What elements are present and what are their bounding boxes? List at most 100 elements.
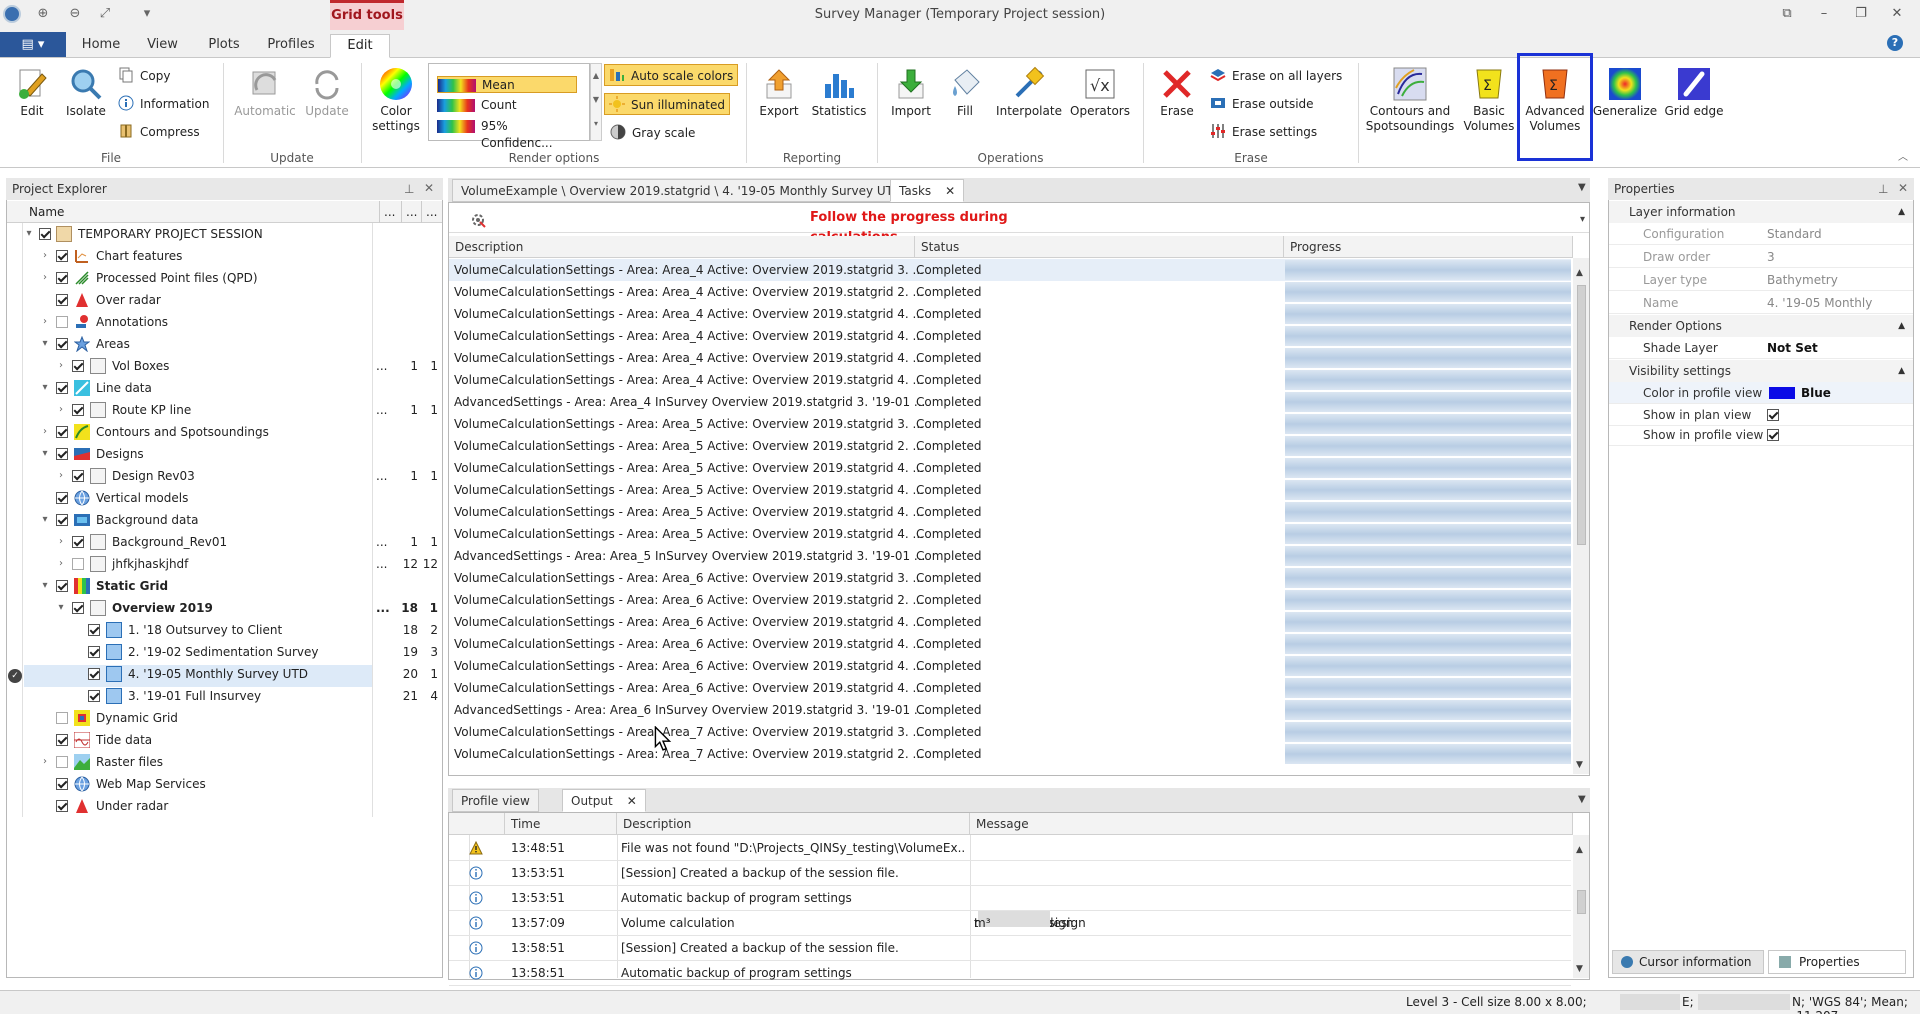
task-row[interactable]: AdvancedSettings - Area: Area_5 InSurvey…	[449, 545, 1571, 567]
tree-checkbox[interactable]	[56, 734, 68, 746]
output-row[interactable]: 13:57:09Volume calculationtotal above de…	[449, 911, 1571, 936]
color-settings-button[interactable]: Color settings	[368, 66, 424, 134]
task-row[interactable]: VolumeCalculationSettings - Area: Area_5…	[449, 479, 1571, 501]
auto-scale-colors-button[interactable]: Auto scale colors	[604, 64, 739, 86]
settings-gear-icon[interactable]	[470, 212, 486, 228]
expand-icon[interactable]: ›	[56, 465, 66, 487]
grid-edge-button[interactable]: Grid edge	[1662, 66, 1726, 119]
tree-checkbox[interactable]	[56, 338, 68, 350]
task-row[interactable]: AdvancedSettings - Area: Area_4 InSurvey…	[449, 391, 1571, 413]
category-layer-information[interactable]: Layer information ▲	[1609, 201, 1913, 223]
output-row[interactable]: 13:48:51 File was not found "D:\Projects_…	[449, 836, 1571, 861]
prop-draw-order[interactable]: Draw order 3	[1609, 246, 1913, 268]
tree-checkbox[interactable]	[56, 448, 68, 460]
statistics-button[interactable]: Statistics	[810, 66, 868, 119]
tab-output[interactable]: Output ✕	[562, 789, 646, 812]
tree-checkbox[interactable]	[56, 272, 68, 284]
tree-item-19-02-sedimentation[interactable]: 2. '19-02 Sedimentation Survey 19 3	[24, 641, 440, 663]
close-tab-icon[interactable]: ✕	[627, 794, 637, 808]
tree-checkbox[interactable]	[88, 668, 100, 680]
tab-edit[interactable]: Edit	[330, 34, 390, 58]
tree-item-over-radar[interactable]: Over radar	[24, 289, 369, 311]
tree-item-chart-features[interactable]: › Chart features	[24, 245, 369, 267]
tree-checkbox[interactable]	[72, 404, 84, 416]
edit-button[interactable]: Edit	[10, 66, 54, 119]
tree-checkbox[interactable]	[72, 536, 84, 548]
task-row[interactable]: VolumeCalculationSettings - Area: Area_7…	[449, 721, 1571, 743]
prop-color-profile-view[interactable]: Color in profile view Blue	[1609, 382, 1913, 404]
collapse-category-icon[interactable]: ▲	[1898, 201, 1905, 223]
tree-checkbox[interactable]	[56, 294, 68, 306]
task-row[interactable]: VolumeCalculationSettings - Area: Area_6…	[449, 677, 1571, 699]
tree-checkbox[interactable]	[88, 624, 100, 636]
tasks-col-description[interactable]: Description	[449, 236, 915, 258]
output-row[interactable]: 13:58:51 Automatic backup of program sett…	[449, 961, 1571, 986]
tab-profiles[interactable]: Profiles	[262, 34, 320, 58]
tabs-dropdown-icon[interactable]: ▼	[1578, 182, 1586, 193]
tree-col-3[interactable]: ...	[421, 201, 437, 223]
task-row[interactable]: VolumeCalculationSettings - Area: Area_5…	[449, 413, 1571, 435]
maximize-button[interactable]: ❐	[1850, 5, 1872, 23]
show-plan-checkbox[interactable]	[1767, 409, 1779, 421]
task-row[interactable]: VolumeCalculationSettings - Area: Area_5…	[449, 435, 1571, 457]
collapse-icon[interactable]: ▾	[40, 575, 50, 597]
tab-profile-view[interactable]: Profile view	[452, 789, 539, 812]
task-row[interactable]: VolumeCalculationSettings - Area: Area_4…	[449, 303, 1571, 325]
tree-checkbox[interactable]	[56, 580, 68, 592]
expand-icon[interactable]: ›	[40, 245, 50, 267]
render-mode-gallery[interactable]: Mean Count 95% Confidenc...	[428, 63, 590, 150]
prop-layer-type[interactable]: Layer type Bathymetry	[1609, 269, 1913, 291]
copy-button[interactable]: Copy	[118, 65, 170, 87]
prop-show-profile-view[interactable]: Show in profile view	[1609, 424, 1913, 446]
tasks-col-status[interactable]: Status	[915, 236, 1284, 258]
tree-item-session[interactable]: ▾ TEMPORARY PROJECT SESSION	[24, 223, 369, 245]
update-button[interactable]: Update	[302, 66, 352, 119]
tree-item-background-data[interactable]: ▾ Background data	[24, 509, 369, 531]
close-button[interactable]: ✕	[1886, 5, 1908, 23]
task-row[interactable]: VolumeCalculationSettings - Area: Area_7…	[449, 743, 1571, 765]
tree-item-dynamic-grid[interactable]: Dynamic Grid	[24, 707, 369, 729]
minimize-button[interactable]: –	[1813, 5, 1835, 23]
tree-item-background-rev01[interactable]: › Background_Rev01... 1 1	[24, 531, 440, 553]
expand-icon[interactable]: ›	[40, 751, 50, 773]
operators-button[interactable]: √x Operators	[1068, 66, 1132, 119]
tree-checkbox[interactable]	[56, 778, 68, 790]
prop-shade-layer[interactable]: Shade Layer Not Set	[1609, 337, 1913, 359]
task-row[interactable]: VolumeCalculationSettings - Area: Area_6…	[449, 633, 1571, 655]
scroll-thumb[interactable]	[1577, 285, 1586, 545]
tree-item-18-outsurvey[interactable]: 1. '18 Outsurvey to Client 18 2	[24, 619, 440, 641]
tree-item-route-kp[interactable]: › Route KP line... 1 1	[24, 399, 440, 421]
isolate-button[interactable]: Isolate	[62, 66, 110, 119]
tree-checkbox[interactable]	[72, 360, 84, 372]
task-row[interactable]: VolumeCalculationSettings - Area: Area_6…	[449, 589, 1571, 611]
pin-icon[interactable]: ⊥	[1878, 182, 1888, 196]
task-row[interactable]: VolumeCalculationSettings - Area: Area_4…	[449, 369, 1571, 391]
erase-settings-button[interactable]: Erase settings	[1210, 121, 1317, 143]
output-col-description[interactable]: Description	[617, 813, 970, 835]
scroll-thumb[interactable]	[1577, 890, 1586, 914]
tree-checkbox[interactable]	[72, 602, 84, 614]
help-icon[interactable]: ?	[1887, 35, 1903, 51]
contours-spotsoundings-button[interactable]: Contours and Spotsoundings	[1364, 66, 1456, 134]
tree-checkbox[interactable]	[72, 558, 84, 570]
collapse-icon[interactable]: ▾	[24, 223, 34, 245]
tree-item-19-01-insurvey[interactable]: 3. '19-01 Full Insurvey 21 4	[24, 685, 440, 707]
collapse-icon[interactable]: ▾	[40, 509, 50, 531]
output-row[interactable]: 13:53:51 Automatic backup of program sett…	[449, 886, 1571, 911]
tree-checkbox[interactable]	[39, 228, 51, 240]
tree-item-line-data[interactable]: ▾ Line data	[24, 377, 369, 399]
tree-item-tide-data[interactable]: Tide data	[24, 729, 369, 751]
task-row[interactable]: VolumeCalculationSettings - Area: Area_6…	[449, 655, 1571, 677]
task-row[interactable]: VolumeCalculationSettings - Area: Area_5…	[449, 501, 1571, 523]
close-tab-icon[interactable]: ✕	[945, 184, 955, 198]
basic-volumes-button[interactable]: Σ Basic Volumes	[1462, 66, 1516, 134]
task-row[interactable]: VolumeCalculationSettings - Area: Area_5…	[449, 457, 1571, 479]
tree-item-under-radar[interactable]: Under radar	[24, 795, 369, 817]
output-dropdown-icon[interactable]: ▼	[1578, 794, 1586, 805]
automatic-button[interactable]: Automatic	[232, 66, 298, 119]
file-menu-button[interactable]: ▤ ▾	[0, 32, 66, 57]
tab-plots[interactable]: Plots	[200, 34, 248, 58]
pin-icon[interactable]: ⊥	[404, 182, 414, 196]
show-profile-checkbox[interactable]	[1767, 429, 1779, 441]
tree-item-vol-boxes[interactable]: › Vol Boxes... 1 1	[24, 355, 440, 377]
